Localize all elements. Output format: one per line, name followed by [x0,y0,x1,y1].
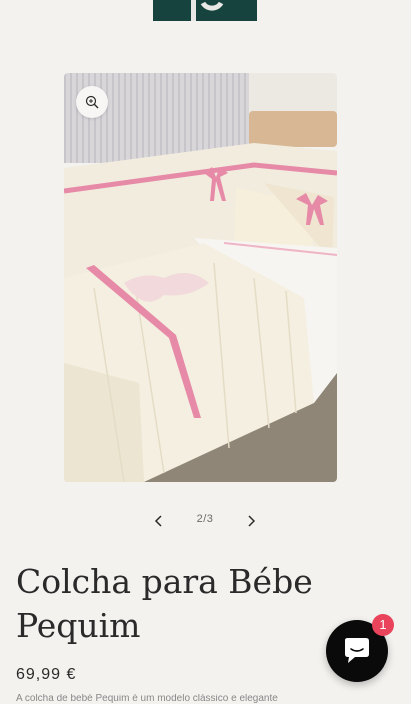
product-description: A colcha de bebé Pequim é um modelo clás… [16,694,278,704]
zoom-button[interactable] [76,86,108,118]
crib-bedding-photo [64,73,337,482]
logo-mark-icon [191,0,224,21]
product-title: Colcha para Bébe Pequim [16,562,313,645]
image-counter: 2/3 [196,513,214,525]
next-image-button[interactable] [238,508,264,534]
chevron-right-icon [248,515,256,527]
gallery-pagination: 2/3 [140,508,270,534]
chat-bubble-icon [345,638,369,663]
store-logo[interactable] [153,0,257,21]
product-image[interactable] [64,73,337,482]
chevron-left-icon [154,515,162,527]
zoom-in-icon [85,95,99,109]
chat-notification-badge: 1 [372,614,394,636]
previous-image-button[interactable] [146,508,172,534]
product-price: 69,99 € [16,666,77,683]
